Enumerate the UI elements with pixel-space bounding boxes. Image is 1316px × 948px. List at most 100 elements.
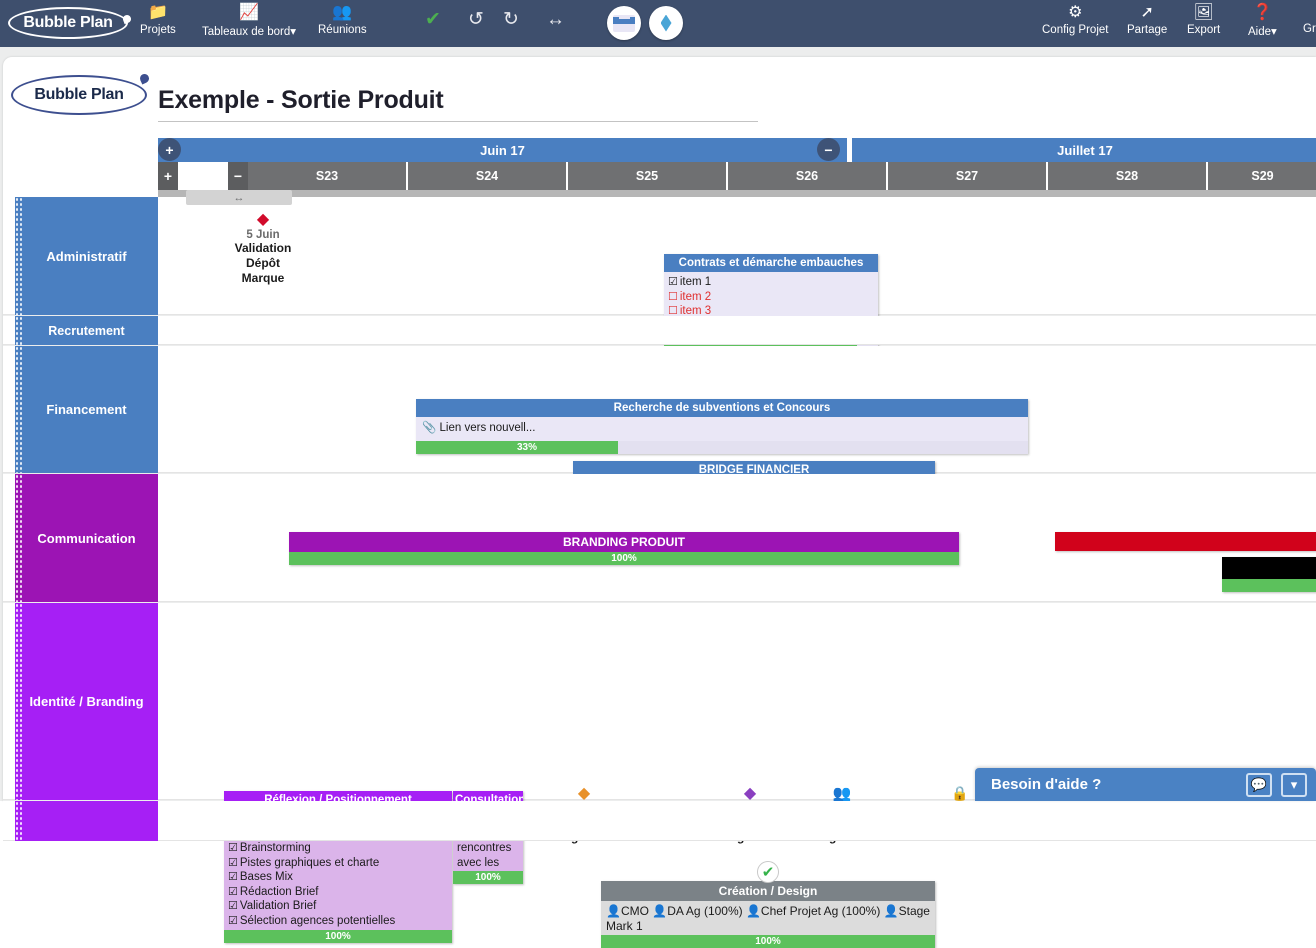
diamond-icon: ◆: [577, 785, 591, 802]
nav-item-config-projet[interactable]: ⚙ Config Projet: [1042, 4, 1108, 36]
remove-month-button[interactable]: −: [817, 138, 840, 161]
task-progress-bar[interactable]: 100%: [224, 930, 452, 943]
brand-dot-icon: [138, 72, 151, 85]
person-label: Chef Projet Ag (100%): [760, 904, 881, 918]
task-progress-bar[interactable]: [1222, 579, 1316, 592]
task-progress-bar[interactable]: 100%: [289, 552, 959, 565]
add-week-button[interactable]: +: [158, 162, 178, 190]
checklist-item-label: item 1: [679, 276, 712, 288]
gantt-row-administratif: Administratif ◆ 5 Juin Validation Dépôt …: [3, 197, 1316, 348]
task-title: Contrats et démarche embauches: [664, 254, 878, 272]
bubble-plan-logo[interactable]: Bubble Plan: [8, 7, 133, 39]
milestone-label-line2: Dépôt: [246, 256, 280, 270]
progress-label: 100%: [325, 931, 351, 942]
checkbox-checked-icon[interactable]: ☑: [668, 276, 678, 288]
add-month-button[interactable]: +: [158, 138, 181, 161]
window-view-button[interactable]: [607, 6, 641, 40]
page-title[interactable]: Exemple - Sortie Produit: [158, 86, 444, 115]
drag-handle-icon[interactable]: [15, 603, 22, 800]
nav-item-truncated[interactable]: Gr: [1303, 22, 1316, 35]
task-card-recherche-subventions[interactable]: Recherche de subventions et Concours 📎 L…: [416, 399, 1028, 454]
checklist-item[interactable]: ☑ Brainstorming: [228, 841, 448, 856]
sidebar-item-identite-branding[interactable]: Identité / Branding: [15, 603, 158, 800]
person-icon: 👤: [745, 904, 761, 918]
sidebar-item-administratif[interactable]: Administratif: [15, 197, 158, 315]
milestone-label-line3: Marque: [241, 271, 285, 285]
drag-handle-icon[interactable]: [15, 316, 22, 345]
task-attachment-label: Lien vers nouvell...: [439, 422, 536, 434]
gantt-row-financement: Financement Recherche de subventions et …: [3, 346, 1316, 512]
month-block-juin[interactable]: Juin 17: [158, 138, 848, 162]
checklist-item[interactable]: ☑ Rédaction Brief: [228, 885, 448, 900]
checkbox-checked-icon[interactable]: ☑: [228, 900, 238, 912]
chevron-down-icon[interactable]: ▾: [1281, 772, 1307, 797]
sidebar-item-communication-label: Communication: [37, 530, 136, 546]
task-attachment[interactable]: 📎 Lien vers nouvell...: [416, 417, 1028, 441]
checklist-item[interactable]: ☑ Sélection agences potentielles: [228, 914, 448, 929]
checkbox-checked-icon[interactable]: ☑: [228, 915, 238, 927]
sidebar-item-financement[interactable]: Financement: [15, 346, 158, 473]
checklist-item[interactable]: ☑ Pistes graphiques et charte: [228, 856, 448, 871]
task-card-branding-produit[interactable]: BRANDING PRODUIT 100%: [289, 532, 959, 565]
sidebar-item-partial[interactable]: [15, 801, 158, 841]
person-icon: 👤: [883, 904, 899, 918]
week-block-s24[interactable]: S24: [408, 162, 568, 190]
sidebar-item-communication[interactable]: Communication: [15, 474, 158, 602]
nav-item-partage[interactable]: ➚ Partage: [1127, 4, 1167, 36]
week-block-s25[interactable]: S25: [568, 162, 728, 190]
image-icon: 🖼: [1193, 4, 1214, 21]
checkbox-checked-icon[interactable]: ☑: [228, 842, 238, 854]
checkbox-checked-icon[interactable]: ☑: [228, 871, 238, 883]
checkbox-empty-icon[interactable]: ☐: [668, 291, 678, 303]
people-icon: 👥: [332, 4, 353, 21]
nav-item-reunions[interactable]: 👥 Réunions: [318, 4, 367, 36]
progress-label: 100%: [475, 872, 501, 883]
diamond-icon: [660, 14, 672, 32]
nav-item-config-label: Config Projet: [1042, 24, 1109, 36]
help-widget[interactable]: Besoin d'aide ? 💬 ▾: [975, 768, 1316, 801]
task-progress-bar[interactable]: 33%: [416, 440, 1028, 454]
redo-icon[interactable]: ↻: [503, 9, 519, 31]
resize-icon[interactable]: ↔: [546, 9, 565, 31]
diamond-view-button[interactable]: [649, 6, 683, 40]
checklist-item[interactable]: ☑ item 1: [668, 275, 874, 290]
checkbox-checked-icon[interactable]: ☑: [228, 857, 238, 869]
week-block-s28[interactable]: S28: [1048, 162, 1208, 190]
remove-week-button[interactable]: −: [228, 162, 248, 190]
check-circle-icon[interactable]: ✔: [757, 861, 779, 883]
week-block-s29[interactable]: S29: [1208, 162, 1316, 190]
nav-item-tableaux-de-bord[interactable]: 📈 Tableaux de bord▾: [202, 4, 296, 38]
timeline-scrollbar-thumb[interactable]: ↔: [186, 190, 292, 205]
drag-handle-icon[interactable]: [15, 346, 22, 473]
nav-item-export[interactable]: 🖼 Export: [1187, 4, 1220, 36]
checklist-item[interactable]: ☑ Bases Mix: [228, 870, 448, 885]
diamond-icon: ◆: [256, 211, 270, 228]
drag-handle-icon[interactable]: [15, 801, 22, 841]
checkbox-checked-icon[interactable]: ☑: [228, 886, 238, 898]
task-progress-bar[interactable]: 100%: [453, 871, 523, 884]
sidebar-item-recrutement[interactable]: Recrutement: [15, 316, 158, 345]
nav-item-projets[interactable]: 📁 Projets: [140, 4, 176, 36]
month-block-juillet[interactable]: Juillet 17: [852, 138, 1316, 162]
sidebar-item-financement-label: Financement: [46, 402, 127, 417]
people-icon: 👥: [832, 785, 852, 802]
task-card-red-offscreen[interactable]: [1055, 532, 1316, 551]
week-block-s26[interactable]: S26: [728, 162, 888, 190]
drag-handle-icon[interactable]: [15, 197, 22, 315]
milestone-date: 5 Juin: [246, 229, 280, 241]
task-card-creation-design[interactable]: Création / Design 👤CMO 👤DA Ag (100%) 👤Ch…: [601, 881, 935, 948]
undo-icon[interactable]: ↺: [468, 9, 484, 31]
timeline-scrollbar-track[interactable]: [158, 190, 1316, 197]
chat-icon[interactable]: 💬: [1246, 772, 1272, 797]
task-card-black-offscreen[interactable]: [1222, 557, 1316, 592]
validate-icon[interactable]: ✔: [425, 9, 441, 31]
checklist-item[interactable]: ☐ item 2: [668, 290, 874, 305]
week-block-s27[interactable]: S27: [888, 162, 1048, 190]
milestone-validation-depot-marque[interactable]: ◆ 5 Juin Validation Dépôt Marque: [217, 211, 309, 286]
nav-item-aide[interactable]: ❓ Aide▾: [1248, 4, 1277, 38]
nav-item-export-label: Export: [1187, 24, 1221, 36]
task-progress-bar[interactable]: 100%: [601, 935, 935, 948]
checklist-item[interactable]: ☑ Validation Brief: [228, 899, 448, 914]
week-block-s23[interactable]: S23: [248, 162, 408, 190]
drag-handle-icon[interactable]: [15, 474, 22, 602]
